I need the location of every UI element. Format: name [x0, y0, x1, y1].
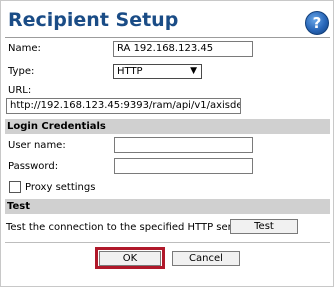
type-select[interactable]: HTTP ▼: [113, 64, 202, 79]
help-icon[interactable]: ?: [305, 11, 329, 35]
ok-button[interactable]: OK: [99, 251, 161, 266]
name-field[interactable]: RA 192.168.123.45: [113, 41, 253, 57]
type-label: Type:: [8, 66, 35, 77]
login-credentials-header: Login Credentials: [5, 119, 330, 134]
ok-button-focus-ring: OK: [95, 247, 165, 269]
password-field[interactable]: [114, 158, 253, 174]
name-label: Name:: [8, 43, 41, 54]
title-divider: [5, 37, 330, 38]
test-section-header: Test: [5, 199, 330, 214]
url-field[interactable]: http://192.168.123.45:9393/ram/api/v1/ax…: [6, 98, 241, 114]
recipient-setup-dialog: Recipient Setup ? Name: RA 192.168.123.4…: [0, 0, 334, 287]
cancel-button[interactable]: Cancel: [172, 251, 240, 266]
dialog-title: Recipient Setup: [8, 9, 179, 31]
username-field[interactable]: [114, 137, 253, 153]
proxy-settings-label: Proxy settings: [25, 182, 96, 193]
test-button[interactable]: Test: [230, 219, 298, 234]
chevron-down-icon: ▼: [190, 66, 197, 76]
type-select-value: HTTP: [117, 66, 143, 77]
password-label: Password:: [8, 161, 59, 172]
test-description: Test the connection to the specified HTT…: [6, 222, 248, 233]
proxy-settings-checkbox[interactable]: [9, 181, 21, 193]
footer-divider: [5, 242, 330, 243]
url-label: URL:: [8, 85, 32, 96]
username-label: User name:: [8, 140, 66, 151]
